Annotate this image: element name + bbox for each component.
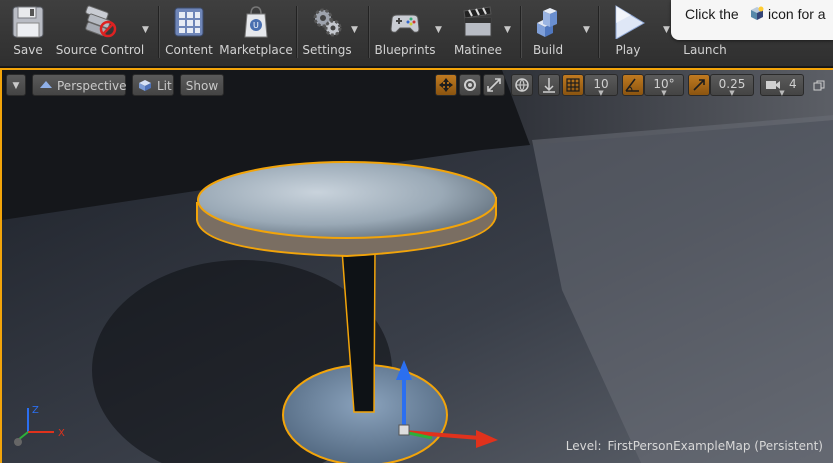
matinee-button[interactable]: Matinee [452,0,504,62]
surface-snap-button[interactable] [538,74,560,96]
blueprints-label: Blueprints [374,43,436,57]
axis-x-label: X [58,428,65,439]
chevron-down-icon: ▼ [729,89,735,97]
toolbar-divider [296,6,297,58]
content-button[interactable]: Content [165,0,213,62]
perspective-icon [40,81,52,88]
viewport-scene[interactable]: Z X [2,70,833,463]
viewport-options-dropdown[interactable]: ▼ [6,74,26,96]
chevron-down-icon: ▼ [779,89,785,97]
settings-icon [313,8,342,37]
settings-dropdown-arrow[interactable]: ▼ [350,26,359,35]
toolbar-divider [158,6,159,58]
rotate-icon [464,79,476,91]
level-indicator: Level: FirstPersonExampleMap (Persistent) [566,439,823,453]
lit-icon [139,80,151,91]
build-button[interactable]: Build [528,0,568,62]
toolbar-divider [520,6,521,58]
scale-snap-icon [693,79,705,91]
rotate-tool-button[interactable] [459,74,481,96]
settings-button[interactable]: Settings [302,0,352,62]
play-label: Play [615,43,641,57]
perspective-label: Perspective [57,79,127,93]
grid-icon [566,78,580,92]
lit-label: Lit [157,79,172,93]
axis-z-label: Z [32,405,39,416]
cube-icon [751,6,764,20]
grid-snap-toggle[interactable] [562,74,584,96]
play-icon [615,5,645,39]
blueprints-dropdown-arrow[interactable]: ▼ [434,26,443,35]
source-control-button[interactable]: Source Control [55,0,145,62]
toolbar-divider [598,6,599,58]
world-coordinate-button[interactable] [511,74,533,96]
content-label: Content [165,43,213,57]
play-dropdown-arrow[interactable]: ▼ [662,26,671,35]
launch-label: Launch [683,43,727,57]
camera-speed-button[interactable]: 4 ▼ [760,74,804,97]
tooltip-text-end: icon for a [768,6,826,22]
surface-snap-icon [543,78,555,93]
matinee-dropdown-arrow[interactable]: ▼ [503,26,512,35]
maximize-viewport-button[interactable] [812,78,826,92]
blueprints-icon [390,14,420,33]
marketplace-label: Marketplace [219,43,293,57]
rotation-snap-value[interactable]: 10° ▼ [644,74,684,97]
save-button[interactable]: Save [8,0,48,62]
source-control-icon [85,5,117,38]
blueprints-button[interactable]: Blueprints [374,0,436,62]
settings-label: Settings [302,43,352,57]
level-name: FirstPersonExampleMap (Persistent) [607,439,823,453]
scale-snap-value[interactable]: 0.25 ▼ [710,74,754,97]
show-button[interactable]: Show [180,74,224,96]
svg-text:U: U [253,21,259,30]
source-control-label: Source Control [55,43,145,57]
marketplace-icon: U [244,6,268,38]
build-label: Build [532,43,564,57]
build-icon [537,8,557,37]
toolbar-divider [368,6,369,58]
content-icon [174,7,204,37]
globe-icon [515,78,529,92]
scale-tool-button[interactable] [483,74,505,96]
show-label: Show [185,79,219,93]
angle-icon [625,78,639,92]
chevron-down-icon: ▼ [598,89,604,97]
perspective-button[interactable]: Perspective [32,74,127,96]
move-icon [439,78,453,92]
grid-snap-value[interactable]: 10 ▼ [584,74,618,97]
marketplace-button[interactable]: U Marketplace [219,0,293,62]
tooltip: Click the icon for a [671,0,833,40]
lit-button[interactable]: Lit [132,74,174,96]
restore-icon [813,80,825,91]
save-icon [12,6,44,38]
level-label: Level: [565,439,602,453]
source-control-dropdown-arrow[interactable]: ▼ [141,26,150,35]
scale-icon [487,78,501,92]
translate-tool-button[interactable] [435,74,457,96]
level-viewport[interactable]: Z X Level: FirstPersonExampleMap (Persist… [0,68,833,463]
rotation-snap-toggle[interactable] [622,74,644,96]
tooltip-text-start: Click the [685,6,739,22]
save-label: Save [13,43,43,57]
play-button[interactable]: Play [606,0,650,62]
matinee-icon [463,6,492,37]
build-dropdown-arrow[interactable]: ▼ [582,26,591,35]
scale-snap-toggle[interactable] [688,74,710,96]
chevron-down-icon: ▼ [661,89,667,97]
matinee-label: Matinee [453,43,503,57]
